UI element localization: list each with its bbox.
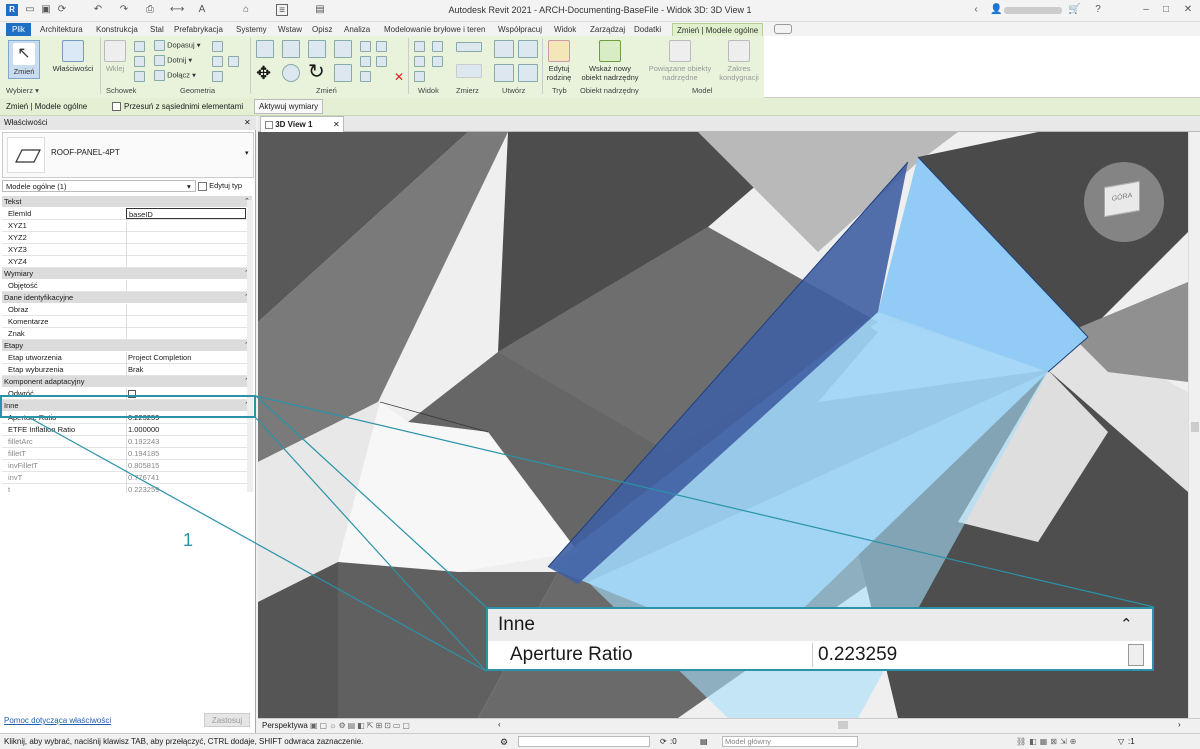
callout-scroll-thumb: [1128, 644, 1144, 666]
filter-icon[interactable]: ▽: [1118, 737, 1124, 746]
model-dropdown[interactable]: Model główny: [722, 736, 858, 747]
callout-number: 1: [183, 530, 194, 550]
sync-count-icon[interactable]: ⟳: [660, 737, 667, 746]
callout-param-key: Aperture Ratio: [510, 644, 633, 665]
status-hint: Kliknij, aby wybrać, naciśnij klawisz TA…: [4, 737, 364, 746]
design-options-icon[interactable]: ▤: [700, 737, 708, 746]
selection-filter-icons[interactable]: ⛓◧▦⊠⇲⊕: [1016, 737, 1079, 746]
callout-param-value: 0.223259: [818, 644, 898, 665]
status-bar: Kliknij, aby wybrać, naciśnij klawisz TA…: [0, 733, 1200, 749]
sync-count: :0: [670, 737, 677, 746]
callout-param-row: Aperture Ratio 0.223259: [488, 641, 1152, 669]
callout-source-box: [0, 395, 256, 418]
filter-count: :1: [1128, 737, 1135, 746]
collapse-icon: ⌃: [1120, 616, 1133, 633]
callout-zoom: Inne ⌃ Aperture Ratio 0.223259: [486, 607, 1154, 671]
worksharing-icon[interactable]: ⚙: [500, 737, 508, 748]
callout-group-row: Inne ⌃: [488, 609, 1152, 641]
workset-dropdown[interactable]: [518, 736, 650, 747]
